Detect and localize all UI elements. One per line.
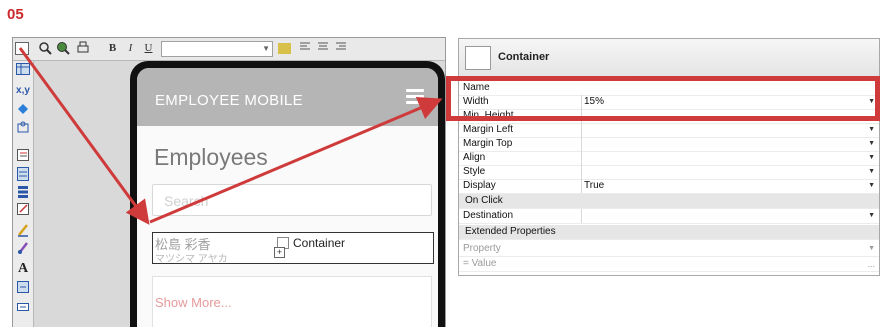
arrow-palette-to-list <box>18 47 150 225</box>
arrow-list-to-properties <box>149 96 443 224</box>
annotation-arrows <box>18 47 443 225</box>
